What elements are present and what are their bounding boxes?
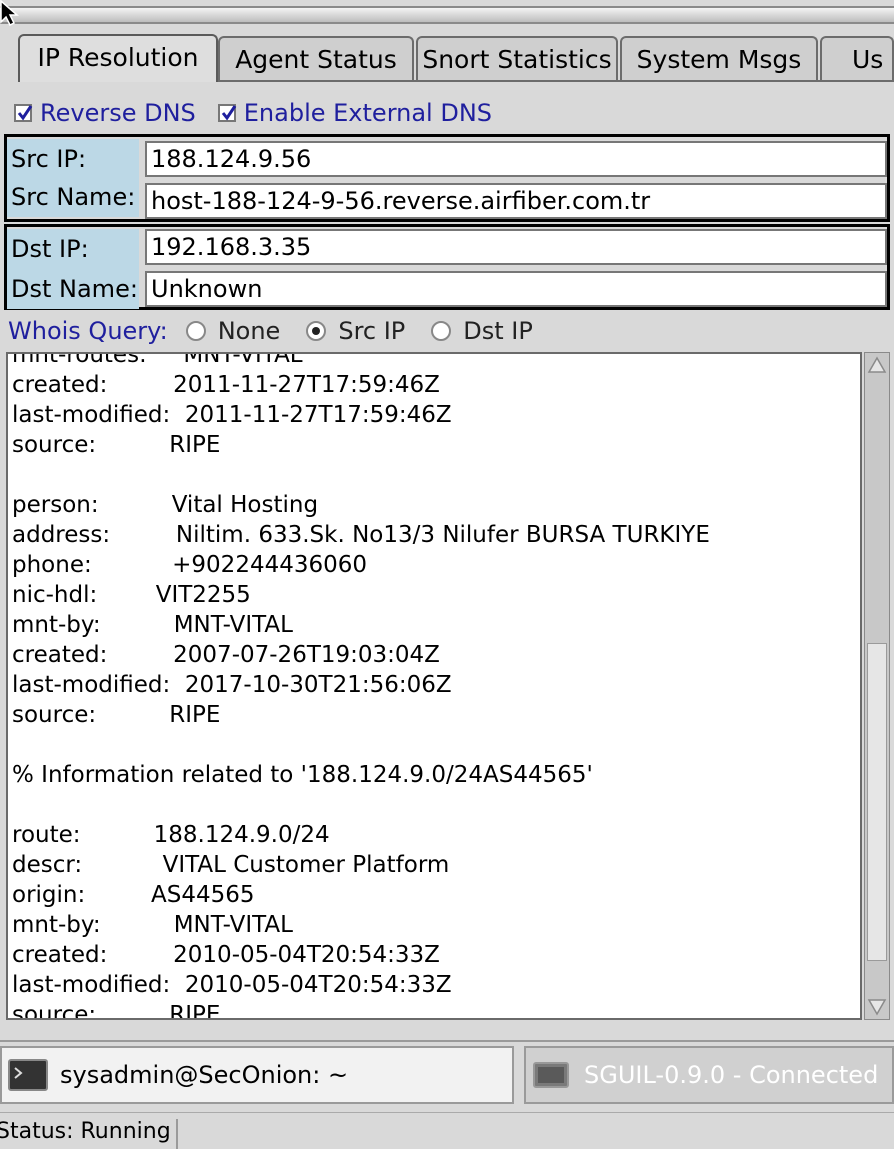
taskbar: sysadmin@SecOnion: ~ SGUIL-0.9.0 - Conne… xyxy=(0,1040,894,1108)
status-text: Status: Running xyxy=(0,1119,178,1149)
status-bar: Status: Running xyxy=(0,1112,894,1149)
whois-radio-dst-ip[interactable]: Dst IP xyxy=(431,317,533,345)
taskbar-terminal-label: sysadmin@SecOnion: ~ xyxy=(60,1061,349,1089)
external-dns-option[interactable]: Enable External DNS xyxy=(217,99,493,127)
whois-output-line: mnt-by: MNT-VITAL xyxy=(12,612,293,638)
tab-system-msgs[interactable]: System Msgs xyxy=(620,36,818,80)
tab-user-msgs[interactable]: Us xyxy=(820,36,894,80)
tab-snort-statistics[interactable]: Snort Statistics xyxy=(416,36,618,80)
whois-output-line: source: RIPE xyxy=(12,432,221,458)
tab-ip-resolution[interactable]: IP Resolution xyxy=(18,34,218,82)
taskbar-terminal-button[interactable]: sysadmin@SecOnion: ~ xyxy=(0,1046,514,1104)
reverse-dns-checkbox[interactable] xyxy=(14,104,33,122)
whois-output-line: address: Niltim. 633.Sk. No13/3 Nilufer … xyxy=(12,522,710,548)
src-ip-field[interactable]: 188.124.9.56 xyxy=(145,141,887,177)
whois-scrollbar[interactable] xyxy=(864,352,890,1020)
whois-output-line: last-modified: 2010-05-04T20:54:33Z xyxy=(12,972,452,998)
whois-output-line: % Information related to '188.124.9.0/24… xyxy=(12,762,593,788)
whois-option-src-ip: Src IP xyxy=(338,317,406,345)
whois-radio-src-ip[interactable]: Src IP xyxy=(306,317,405,345)
whois-output-line: mnt-routes: MNT-VITAL xyxy=(12,352,303,368)
window-top-border xyxy=(0,0,894,30)
whois-option-dst-ip: Dst IP xyxy=(463,317,533,345)
dst-name-field[interactable]: Unknown xyxy=(145,271,887,307)
terminal-icon xyxy=(8,1059,48,1091)
radio-button-selected[interactable] xyxy=(306,321,327,341)
whois-output-line: created: 2007-07-26T19:03:04Z xyxy=(12,642,440,668)
whois-output-line: nic-hdl: VIT2255 xyxy=(12,582,251,608)
whois-output-line: last-modified: 2011-11-27T17:59:46Z xyxy=(12,402,452,428)
dst-ip-field[interactable]: 192.168.3.35 xyxy=(145,229,887,265)
whois-option-none: None xyxy=(217,317,281,345)
reverse-dns-label: Reverse DNS xyxy=(40,99,196,127)
window-icon xyxy=(533,1062,569,1088)
whois-query-label: Whois Query: xyxy=(8,317,168,345)
whois-output-line: source: RIPE xyxy=(12,702,221,728)
checkmark-icon xyxy=(221,105,237,121)
whois-output-line xyxy=(12,730,710,760)
taskbar-sguil-label: SGUIL-0.9.0 - Connected xyxy=(584,1061,879,1089)
scroll-up-arrow-icon[interactable] xyxy=(867,355,887,375)
whois-output-line: created: 2011-11-27T17:59:46Z xyxy=(12,372,440,398)
whois-radio-none[interactable]: None xyxy=(185,317,281,345)
reverse-dns-option[interactable]: Reverse DNS xyxy=(14,99,196,127)
whois-output-line: route: 188.124.9.0/24 xyxy=(12,822,330,848)
tab-agent-status[interactable]: Agent Status xyxy=(218,36,414,80)
whois-output-line: mnt-by: MNT-VITAL xyxy=(12,912,293,938)
mouse-pointer-icon xyxy=(0,0,19,26)
tab-bar: IP Resolution Agent Status Snort Statist… xyxy=(0,34,894,82)
scroll-down-arrow-icon[interactable] xyxy=(867,997,887,1017)
dst-ip-box: Dst IP: 192.168.3.35 Dst Name: Unknown xyxy=(4,224,890,310)
whois-query-row: Whois Query: None Src IP Dst IP xyxy=(8,314,559,348)
src-name-field[interactable]: host-188-124-9-56.reverse.airfiber.com.t… xyxy=(145,183,887,219)
dst-name-label: Dst Name: xyxy=(7,269,139,309)
checkmark-icon xyxy=(17,105,33,121)
whois-output-line: source: RIPE xyxy=(12,1002,221,1020)
taskbar-sguil-button[interactable]: SGUIL-0.9.0 - Connected xyxy=(524,1046,894,1104)
external-dns-label: Enable External DNS xyxy=(243,99,493,127)
whois-output-line xyxy=(12,790,710,820)
whois-output-line: descr: VITAL Customer Platform xyxy=(12,852,450,878)
src-ip-box: Src IP: 188.124.9.56 Src Name: host-188-… xyxy=(4,134,890,222)
src-ip-label: Src IP: xyxy=(7,139,139,179)
scrollbar-thumb[interactable] xyxy=(867,643,887,961)
whois-output-line: last-modified: 2017-10-30T21:56:06Z xyxy=(12,672,452,698)
dst-ip-label: Dst IP: xyxy=(7,229,139,269)
radio-button[interactable] xyxy=(431,321,452,341)
dns-options: Reverse DNS Enable External DNS xyxy=(14,96,514,130)
whois-output-line: created: 2010-05-04T20:54:33Z xyxy=(12,942,440,968)
whois-output-line: origin: AS44565 xyxy=(12,882,255,908)
external-dns-checkbox[interactable] xyxy=(217,104,237,122)
window-frame-line xyxy=(0,6,894,24)
whois-output-lines: mnt-routes: MNT-VITAL created: 2011-11-27… xyxy=(12,352,710,1020)
whois-output-line: phone: +902244436060 xyxy=(12,552,368,578)
src-name-label: Src Name: xyxy=(7,177,139,217)
whois-output-line: person: Vital Hosting xyxy=(12,492,319,518)
whois-output-text[interactable]: mnt-routes: MNT-VITAL created: 2011-11-27… xyxy=(6,352,862,1020)
whois-output-line xyxy=(12,460,710,490)
radio-button[interactable] xyxy=(185,321,206,341)
